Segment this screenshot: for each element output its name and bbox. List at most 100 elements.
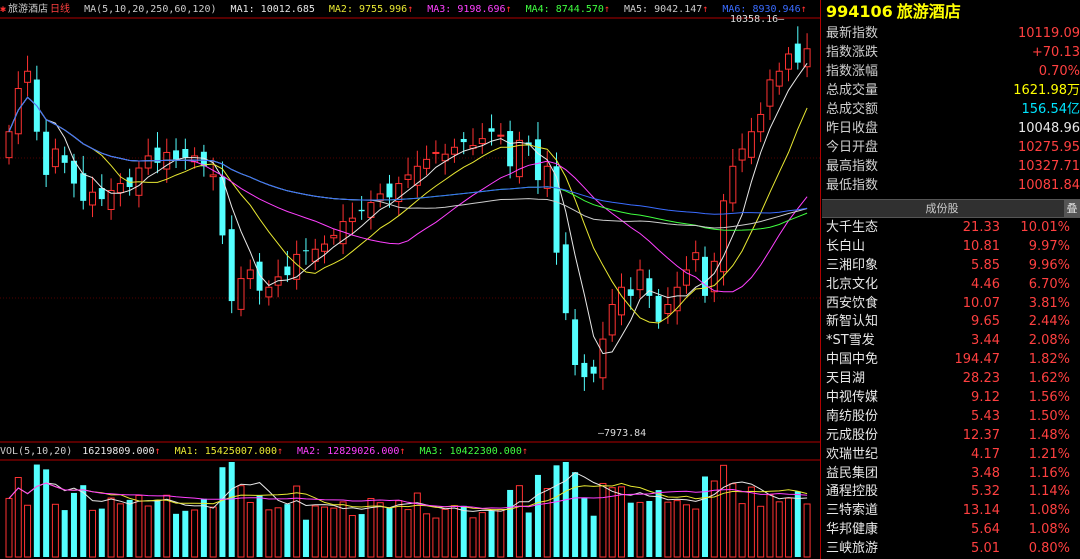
candle-up (692, 252, 700, 261)
stock-price: 5.32 (971, 484, 1000, 500)
low-annotation: ―7973.84 (598, 428, 647, 439)
candle-down (553, 166, 560, 253)
quote-row: 最低指数 10081.84 (822, 176, 1080, 195)
volume-bar-up (237, 485, 245, 558)
constituents-tab-bar: 成份股 叠 (822, 199, 1080, 218)
constituent-row[interactable]: 三特索道 13.14 1.08% (822, 501, 1080, 520)
stock-price: 13.14 (962, 503, 1000, 519)
quote-value: 10327.71 (1017, 159, 1080, 174)
vol-value: 16219809.000↑ (82, 446, 161, 457)
quote-value: 1621.98万 (1013, 83, 1080, 98)
volume-bar-down (627, 502, 634, 557)
stock-name: 通程控股 (826, 484, 879, 500)
stock-name: 三特索道 (826, 503, 879, 519)
volume-bar-up (293, 485, 301, 558)
stock-price: 5.64 (971, 522, 1000, 538)
quote-label: 最新指数 (826, 26, 879, 41)
volume-bar-down (581, 497, 588, 557)
stock-change-pct: 6.70% (1028, 276, 1070, 292)
volume-bar-down (284, 504, 291, 557)
quote-label: 最低指数 (826, 178, 879, 193)
volume-bar-up (636, 501, 644, 558)
volume-bar-up (265, 509, 273, 558)
candle-up (89, 191, 97, 206)
volume-bar-up (608, 487, 616, 558)
chart-period[interactable]: 日线 (50, 4, 70, 15)
constituent-row[interactable]: 中国中免 194.47 1.82% (822, 350, 1080, 369)
stock-name: 三湘印象 (826, 257, 879, 273)
volume-bar-down (794, 491, 801, 557)
overlay-button[interactable]: 叠 (1064, 200, 1080, 217)
candle-down (98, 188, 105, 200)
constituent-row[interactable]: 三湘印象 5.85 9.96% (822, 256, 1080, 275)
volume-bar-down (182, 510, 189, 557)
stock-name: 长白山 (826, 238, 866, 254)
constituent-row[interactable]: 西安饮食 10.07 3.81% (822, 294, 1080, 313)
candle-up (497, 134, 505, 137)
stock-change-pct: 1.50% (1028, 408, 1070, 424)
volume-bar-down (553, 465, 560, 557)
stock-change-pct: 1.14% (1028, 484, 1070, 500)
chart-name[interactable]: ✱ (0, 4, 6, 15)
volume-bar-up (107, 497, 115, 558)
quote-row: 最新指数 10119.09 (822, 24, 1080, 43)
constituent-row[interactable]: 三峡旅游 5.01 0.80% (822, 539, 1080, 558)
quote-panel: 994106 旅游酒店 最新指数 10119.09 指数涨跌 +70.13 指数涨幅 0.7… (822, 0, 1080, 559)
candle-down (794, 43, 801, 63)
constituent-row[interactable]: 华邦健康 5.64 1.08% (822, 520, 1080, 539)
volume-bar-down (80, 485, 87, 557)
candle-down (562, 244, 569, 314)
volume-bar-up (720, 464, 728, 558)
candle-up (785, 53, 793, 70)
constituent-row[interactable]: *ST雪发 3.44 2.08% (822, 331, 1080, 350)
candle-up (423, 158, 431, 169)
panel-title: 994106 旅游酒店 (822, 0, 1080, 24)
constituent-row[interactable]: 长白山 10.81 9.97% (822, 237, 1080, 256)
constituent-row[interactable]: 南纺股份 5.43 1.50% (822, 407, 1080, 426)
volume-bar-up (274, 507, 282, 558)
ma3-line (8, 96, 808, 293)
candle-down (488, 128, 495, 132)
stock-name: 元成股份 (826, 427, 879, 443)
constituent-row[interactable]: 元成股份 12.37 1.48% (822, 426, 1080, 445)
constituent-row[interactable]: 新智认知 9.65 2.44% (822, 312, 1080, 331)
kline-chart[interactable] (0, 0, 820, 559)
candle-up (673, 286, 681, 312)
candle-down (256, 261, 263, 291)
stock-price: 194.47 (954, 352, 1001, 368)
candle-up (664, 304, 672, 315)
volume-bar-up (395, 500, 403, 558)
volume-bar-up (423, 513, 431, 558)
volume-bar-down (572, 472, 579, 557)
volume-bar-down (61, 510, 68, 557)
constituent-row[interactable]: 北京文化 4.46 6.70% (822, 275, 1080, 294)
volume-bar-down (126, 499, 133, 557)
candle-down (460, 138, 467, 143)
constituent-row[interactable]: 中视传媒 9.12 1.56% (822, 388, 1080, 407)
candle-up (24, 70, 32, 83)
kline-chart-area[interactable]: ✱ 旅游酒店 日线 MA(5,10,20,250,60,120) MA1: 1001… (0, 0, 821, 559)
stock-change-pct: 10.01% (1020, 220, 1070, 235)
volume-bar-down (562, 462, 569, 557)
constituent-row[interactable]: 天目湖 28.23 1.62% (822, 369, 1080, 388)
ma6-line (8, 96, 808, 215)
stock-change-pct: 3.81% (1028, 295, 1070, 311)
stock-change-pct: 1.62% (1028, 371, 1070, 387)
tab-constituents[interactable]: 成份股 (822, 200, 1062, 217)
ma3-readout: MA3: 9198.696↑ (427, 4, 512, 15)
volume-bar-down (98, 508, 105, 557)
ma1-readout: MA1: 10012.685 (230, 4, 315, 15)
candle-up (367, 202, 375, 218)
constituent-row[interactable]: 通程控股 5.32 1.14% (822, 482, 1080, 501)
constituent-row[interactable]: 益民集团 3.48 1.16% (822, 464, 1080, 483)
quote-value: 156.54亿 (1021, 102, 1080, 117)
constituent-row[interactable]: 欢瑞世纪 4.17 1.21% (822, 445, 1080, 464)
stock-name: *ST雪发 (826, 333, 875, 349)
volume-bar-up (692, 508, 700, 558)
volume-bar-up (51, 503, 59, 558)
volume-bar-down (534, 474, 541, 557)
constituent-row[interactable]: 大千生态 21.33 10.01% (822, 218, 1080, 237)
volume-bar-up (664, 501, 672, 558)
stock-price: 4.17 (971, 446, 1000, 462)
candle-up (209, 174, 217, 178)
